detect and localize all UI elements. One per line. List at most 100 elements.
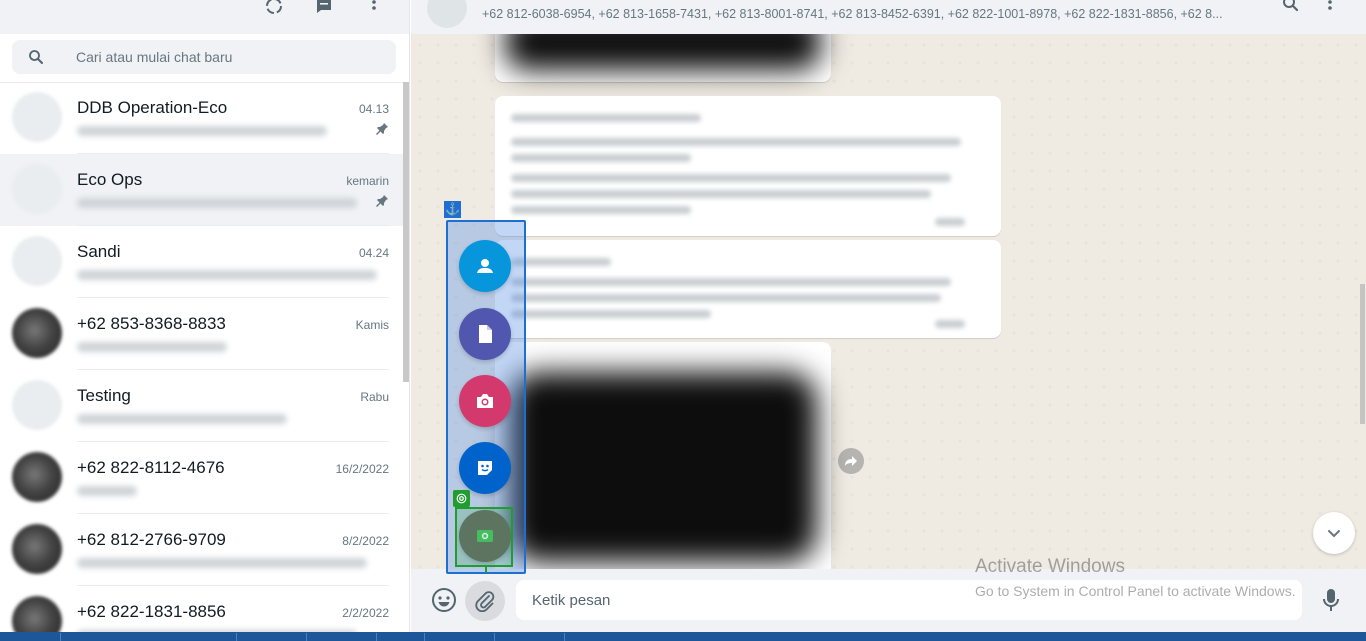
chat-list-item[interactable]: Eco Ops kemarin xyxy=(0,154,404,226)
taskbar-item[interactable] xyxy=(306,633,372,641)
chat-list-item[interactable]: +62 853-8368-8833 Kamis xyxy=(0,298,404,370)
taskbar-item[interactable] xyxy=(60,633,126,641)
taskbar-item[interactable] xyxy=(236,633,302,641)
scroll-to-bottom-button[interactable] xyxy=(1313,512,1355,554)
chat-list-item[interactable]: +62 822-8112-4676 16/2/2022 xyxy=(0,442,404,514)
attach-sticker-button[interactable] xyxy=(459,442,511,494)
document-icon xyxy=(479,325,492,343)
chat-list-item[interactable]: +62 822-1831-8856 2/2/2022 xyxy=(0,586,404,632)
sticker-icon xyxy=(478,461,492,475)
menu-icon[interactable] xyxy=(362,0,386,18)
windows-activation-watermark: Activate Windows Go to System in Control… xyxy=(975,556,1296,599)
chat-item-body: +62 822-1831-8856 2/2/2022 xyxy=(77,586,389,632)
blurred-image xyxy=(509,372,817,562)
chat-item-body: +62 853-8368-8833 Kamis xyxy=(77,298,389,370)
taskbar-item[interactable] xyxy=(494,633,560,641)
search-icon[interactable] xyxy=(28,49,44,65)
pin-icon xyxy=(375,194,389,208)
chat-time: 04.24 xyxy=(358,246,389,260)
chat-preview xyxy=(77,414,287,424)
chat-item-body: +62 812-2766-9709 8/2/2022 xyxy=(77,514,389,586)
windows-taskbar xyxy=(0,632,1366,641)
attach-button[interactable] xyxy=(465,581,505,621)
chat-name: Sandi xyxy=(77,242,121,261)
chat-item-body: DDB Operation-Eco 04.13 xyxy=(77,82,389,154)
watermark-subtitle: Go to System in Control Panel to activat… xyxy=(975,583,1296,599)
taskbar-item[interactable] xyxy=(424,633,490,641)
chat-preview xyxy=(77,270,377,280)
message-bubble[interactable] xyxy=(495,96,1001,236)
attach-contact-button[interactable] xyxy=(459,240,511,292)
taskbar-item[interactable] xyxy=(564,633,630,641)
chat-preview xyxy=(77,198,357,208)
message-bubble[interactable] xyxy=(495,240,1001,338)
chat-list-item[interactable]: Sandi 04.24 xyxy=(0,226,404,298)
chat-list-item[interactable]: +62 812-2766-9709 8/2/2022 xyxy=(0,514,404,586)
chat-time: Kamis xyxy=(355,318,389,332)
chat-item-body: Testing Rabu xyxy=(77,370,389,442)
chat-time: 16/2/2022 xyxy=(335,462,389,476)
group-participants[interactable]: +62 812-6038-6954, +62 813-1658-7431, +6… xyxy=(482,7,1262,21)
avatar xyxy=(12,380,62,430)
chat-item-body: Eco Ops kemarin xyxy=(77,154,389,226)
chat-item-body: Sandi 04.24 xyxy=(77,226,389,298)
avatar xyxy=(12,524,62,574)
message-bubble[interactable] xyxy=(495,342,831,582)
conversation-menu-icon[interactable] xyxy=(1318,0,1342,18)
chat-list: DDB Operation-Eco 04.13 Eco Ops kemarin Sand… xyxy=(0,82,404,632)
chat-name: +62 822-8112-4676 xyxy=(77,458,225,477)
avatar xyxy=(12,164,62,214)
search-bar xyxy=(12,40,396,74)
search-input[interactable] xyxy=(76,46,376,68)
chat-time: 2/2/2022 xyxy=(342,606,389,620)
camera-icon xyxy=(477,394,493,408)
avatar xyxy=(12,452,62,502)
chat-name: Eco Ops xyxy=(77,170,143,189)
chat-time: 8/2/2022 xyxy=(342,534,389,548)
avatar xyxy=(12,92,62,142)
sidebar-header xyxy=(0,0,409,34)
focused-element-highlight xyxy=(453,490,513,573)
chat-item-body: +62 822-8112-4676 16/2/2022 xyxy=(77,442,389,514)
chat-preview xyxy=(77,486,137,496)
conversation-pane: +62 812-6038-6954, +62 813-1658-7431, +6… xyxy=(411,0,1366,632)
chat-name: +62 822-1831-8856 xyxy=(77,602,226,621)
chat-name: Testing xyxy=(77,386,131,405)
conversation-scrollbar[interactable] xyxy=(1360,284,1365,424)
paperclip-icon xyxy=(475,591,495,612)
chat-list-scrollbar[interactable] xyxy=(403,82,409,382)
chat-time: 04.13 xyxy=(358,102,389,116)
attach-camera-button[interactable] xyxy=(459,375,511,427)
status-icon[interactable] xyxy=(262,0,286,18)
watermark-title: Activate Windows xyxy=(975,556,1125,577)
chat-time: Rabu xyxy=(360,390,389,404)
forward-button[interactable] xyxy=(838,448,864,474)
attachment-menu: ⚓ xyxy=(444,201,526,574)
group-avatar[interactable] xyxy=(427,0,467,28)
chat-list-pane: DDB Operation-Eco 04.13 Eco Ops kemarin Sand… xyxy=(0,0,410,632)
pin-icon xyxy=(375,122,389,136)
chat-time: kemarin xyxy=(346,174,389,188)
chat-name: DDB Operation-Eco xyxy=(77,98,228,117)
microphone-icon[interactable] xyxy=(1319,587,1343,613)
chat-preview xyxy=(77,126,327,136)
chat-list-item[interactable]: Testing Rabu xyxy=(0,370,404,442)
chevron-down-icon xyxy=(1328,530,1340,538)
avatar xyxy=(12,596,62,632)
whatsapp-web-window: DDB Operation-Eco 04.13 Eco Ops kemarin Sand… xyxy=(0,0,1366,641)
chat-name: +62 812-2766-9709 xyxy=(77,530,226,549)
anchor-icon: ⚓ xyxy=(444,201,461,218)
chat-preview xyxy=(77,558,367,568)
chat-list-item[interactable]: DDB Operation-Eco 04.13 xyxy=(0,82,404,154)
chat-name: +62 853-8368-8833 xyxy=(77,314,226,333)
avatar xyxy=(12,236,62,286)
chat-preview xyxy=(77,342,227,352)
emoji-icon[interactable] xyxy=(431,587,457,613)
attach-document-button[interactable] xyxy=(459,308,511,360)
person-icon xyxy=(477,259,493,273)
new-chat-icon[interactable] xyxy=(312,0,336,18)
target-icon xyxy=(453,490,470,507)
avatar xyxy=(12,308,62,358)
search-messages-icon[interactable] xyxy=(1279,0,1303,18)
conversation-header: +62 812-6038-6954, +62 813-1658-7431, +6… xyxy=(411,0,1366,34)
